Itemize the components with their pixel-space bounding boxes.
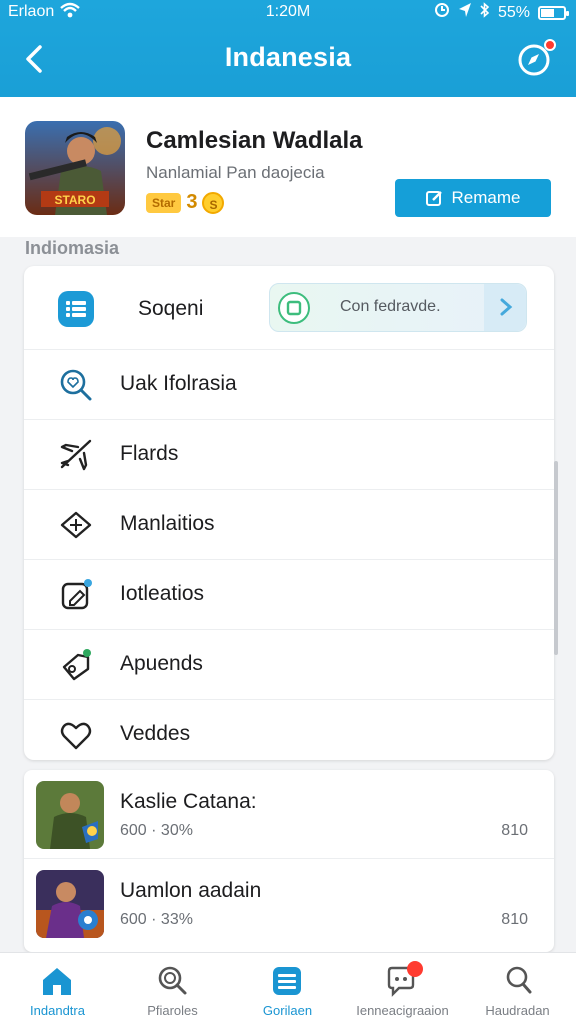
- menu-item-label: Uak Ifolrasia: [120, 372, 237, 395]
- menu-item-label: Iotleatios: [120, 582, 205, 605]
- edit-icon: [425, 191, 442, 206]
- bottom-tab-bar: Indandtra Pfiaroles Gorilaen Ienneacigra…: [0, 952, 576, 1024]
- section-label: Indiomasia: [25, 238, 120, 258]
- heart-icon: [58, 717, 94, 753]
- menu-top-label: Soqeni: [138, 297, 204, 320]
- menu-item-1[interactable]: Uak Ifolrasia: [24, 350, 554, 420]
- badge-count: 3: [186, 191, 198, 213]
- list-item-value: 810: [501, 822, 528, 839]
- status-bar: Erlaon 1:20M 55%: [0, 0, 576, 28]
- list-item-value: 810: [501, 911, 528, 928]
- game-thumb-1: [36, 781, 104, 849]
- game-subtitle: Nanlamial Pan daojecia: [146, 163, 325, 182]
- app-header: Erlaon 1:20M 55% Indanesia: [0, 0, 576, 97]
- scrollbar[interactable]: [554, 461, 558, 655]
- tab-messages[interactable]: Ienneacigraaion: [345, 953, 460, 1024]
- game-list: Kaslie Catana: 600 · 30% 810 Uamlon aada…: [24, 770, 554, 952]
- search-heart-icon: [58, 367, 94, 403]
- list-item[interactable]: Kaslie Catana: 600 · 30% 810: [24, 770, 554, 859]
- game-art-text: STARO: [54, 193, 95, 207]
- coin-icon: S: [202, 191, 225, 214]
- ticket-icon: [58, 507, 94, 543]
- menu-item-4[interactable]: Iotleatios: [24, 560, 554, 630]
- tab-label: Haudradan: [485, 1003, 550, 1018]
- page-title: Indanesia: [224, 42, 352, 72]
- notification-dot: [544, 39, 556, 51]
- list-grid-icon: [58, 291, 94, 327]
- menu-item-label: Apuends: [120, 652, 203, 675]
- home-icon: [40, 965, 74, 997]
- tab-label: Ienneacigraaion: [356, 1003, 449, 1018]
- menu-card: Soqeni Con fedravde. Uak Ifolrasia Flard…: [24, 266, 554, 760]
- notification-badge: [407, 961, 423, 977]
- chevron-right-icon: [484, 284, 526, 331]
- battery-percent: 55%: [497, 3, 530, 21]
- star-badge: Star: [146, 192, 182, 213]
- confirm-pill[interactable]: Con fedravde.: [269, 283, 527, 332]
- battery-fill: [541, 8, 555, 17]
- alarm-icon: [434, 2, 450, 23]
- menu-item-label: Manlaitios: [120, 512, 215, 535]
- menu-item-3[interactable]: Manlaitios: [24, 490, 554, 560]
- tab-label: Indandtra: [30, 1003, 85, 1018]
- menu-top-row[interactable]: Soqeni Con fedravde.: [24, 266, 554, 350]
- list-item-name: Uamlon aadain: [120, 879, 262, 902]
- menu-item-6[interactable]: Veddes: [24, 700, 554, 760]
- edit-card-icon: [58, 577, 94, 613]
- list-icon: [270, 965, 304, 997]
- location-icon: [458, 2, 472, 23]
- battery-icon: [538, 5, 569, 20]
- tab-search[interactable]: Pfiaroles: [115, 953, 230, 1024]
- menu-item-2[interactable]: Flards: [24, 420, 554, 490]
- game-art[interactable]: STARO: [25, 121, 125, 215]
- rename-button-label: Remame: [451, 188, 521, 207]
- compass-button[interactable]: [516, 39, 556, 78]
- status-right: 55%: [434, 2, 569, 23]
- game-thumb-2: [36, 870, 104, 938]
- tag-icon: [58, 647, 94, 683]
- list-item-meta: 600 · 30%: [120, 822, 193, 839]
- bluetooth-icon: [480, 2, 490, 23]
- tab-label: Pfiaroles: [147, 1003, 198, 1018]
- menu-item-label: Veddes: [120, 722, 191, 745]
- list-item[interactable]: Uamlon aadain 600 · 33% 810: [24, 859, 554, 948]
- tab-home[interactable]: Indandtra: [0, 953, 115, 1024]
- confirm-pill-text: Con fedravde.: [340, 298, 441, 315]
- list-item-name: Kaslie Catana:: [120, 790, 257, 813]
- rename-button[interactable]: Remame: [395, 179, 551, 217]
- menu-item-label: Flards: [120, 442, 179, 465]
- plane-icon: [58, 437, 94, 473]
- game-badges: Star 3 S: [146, 191, 225, 214]
- menu-item-5[interactable]: Apuends: [24, 630, 554, 700]
- tab-list[interactable]: Gorilaen: [230, 953, 345, 1024]
- person-icon: [500, 965, 534, 997]
- game-card: STARO Camlesian Wadlala Nanlamial Pan da…: [0, 97, 576, 237]
- game-name: Camlesian Wadlala: [146, 127, 363, 154]
- search-icon: [155, 965, 189, 997]
- tab-profile[interactable]: Haudradan: [460, 953, 575, 1024]
- ticket-green-icon: [278, 292, 310, 324]
- list-item-meta: 600 · 33%: [120, 911, 193, 928]
- tab-label: Gorilaen: [262, 1003, 313, 1018]
